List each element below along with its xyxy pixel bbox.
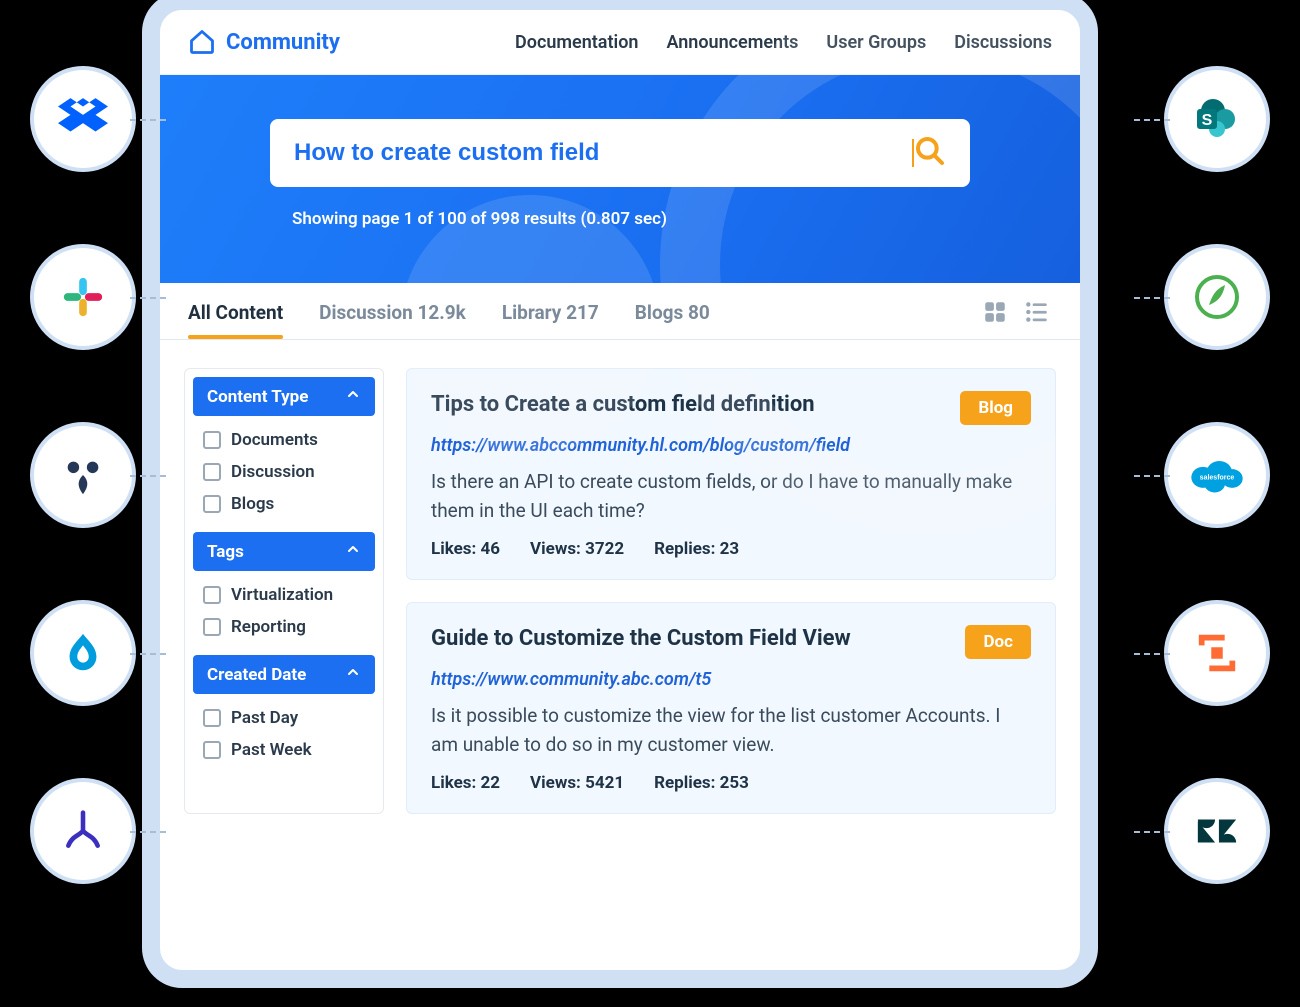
replies-stat: Replies: 253: [654, 773, 749, 793]
chevron-up-icon: [345, 664, 361, 685]
checkbox-discussion[interactable]: Discussion: [199, 456, 369, 488]
svg-text:S: S: [1202, 112, 1213, 129]
zendesk-icon: [1194, 808, 1240, 854]
drupal-icon: [60, 630, 106, 676]
slack-icon: [60, 274, 106, 320]
filter-created-date-items: Past Day Past Week: [193, 694, 375, 778]
checkbox-virtualization[interactable]: Virtualization: [199, 579, 369, 611]
chevron-up-icon: [345, 541, 361, 562]
search-hero: Showing page 1 of 100 of 998 results (0.…: [160, 75, 1080, 283]
integration-zendesk: [1168, 782, 1266, 880]
filter-content-type-header[interactable]: Content Type: [193, 377, 375, 416]
list-icon: [1022, 299, 1052, 325]
chevron-up-icon: [345, 386, 361, 407]
filter-title: Created Date: [207, 665, 306, 685]
community-app-frame: Community Documentation Announcements Us…: [160, 10, 1080, 970]
checkbox-reporting[interactable]: Reporting: [199, 611, 369, 643]
tab-all-content[interactable]: All Content: [188, 301, 283, 338]
grid-view-button[interactable]: [982, 299, 1008, 329]
brand-name: Community: [226, 30, 340, 55]
integration-piedpiper: [1168, 248, 1266, 346]
filter-title: Tags: [207, 542, 244, 562]
integration-drupal: [34, 604, 132, 702]
filter-tags-header[interactable]: Tags: [193, 532, 375, 571]
result-stats: Likes: 22 Views: 5421 Replies: 253: [431, 773, 1031, 793]
result-stats: Likes: 46 Views: 3722 Replies: 23: [431, 539, 1031, 559]
integration-jira: [34, 426, 132, 524]
svg-text:salesforce: salesforce: [1200, 475, 1235, 482]
views-stat: Views: 5421: [530, 773, 624, 793]
replies-stat: Replies: 23: [654, 539, 739, 559]
connector-line: [1134, 119, 1170, 121]
search-bar: [270, 119, 970, 187]
views-stat: Views: 3722: [530, 539, 624, 559]
salesforce-icon: salesforce: [1189, 455, 1245, 495]
square-h-icon: [1194, 630, 1240, 676]
result-snippet: Is it possible to customize the view for…: [431, 702, 1031, 759]
brand-logo[interactable]: Community: [188, 28, 340, 56]
connector-line: [1134, 475, 1170, 477]
connector-line: [1134, 297, 1170, 299]
view-toggle-group: [982, 299, 1052, 339]
filter-content-type-items: Documents Discussion Blogs: [193, 416, 375, 532]
search-button[interactable]: [914, 135, 946, 171]
integration-salesforce: salesforce: [1168, 426, 1266, 524]
checkbox-past-week[interactable]: Past Week: [199, 734, 369, 766]
connector-line: [1134, 653, 1170, 655]
content-tabs: All Content Discussion 12.9k Library 217…: [160, 283, 1080, 340]
feather-icon: [1193, 273, 1241, 321]
tab-discussion[interactable]: Discussion 12.9k: [319, 301, 466, 338]
result-url-link[interactable]: https://www.community.abc.com/t5: [431, 669, 1031, 690]
integration-dropbox: [34, 70, 132, 168]
connector-line: [130, 297, 166, 299]
filter-title: Content Type: [207, 387, 308, 407]
checkbox-blogs[interactable]: Blogs: [199, 488, 369, 520]
result-type-badge: Doc: [965, 625, 1031, 659]
integration-branch: [34, 782, 132, 880]
filter-sidebar: Content Type Documents Discussion Blogs …: [184, 368, 384, 814]
filter-tags-items: Virtualization Reporting: [193, 571, 375, 655]
tab-blogs[interactable]: Blogs 80: [635, 301, 710, 338]
checkbox-past-day[interactable]: Past Day: [199, 702, 369, 734]
nav-documentation[interactable]: Documentation: [515, 32, 638, 53]
search-icon: [914, 135, 946, 167]
home-icon: [188, 28, 216, 56]
connector-line: [130, 653, 166, 655]
dropbox-icon: [58, 94, 108, 144]
connector-line: [130, 831, 166, 833]
connector-line: [130, 119, 166, 121]
integration-square: [1168, 604, 1266, 702]
integration-sharepoint: S: [1168, 70, 1266, 168]
result-card[interactable]: Guide to Customize the Custom Field View…: [406, 602, 1056, 814]
search-input[interactable]: [294, 139, 908, 167]
checkbox-documents[interactable]: Documents: [199, 424, 369, 456]
connector-line: [130, 475, 166, 477]
filter-created-date-header[interactable]: Created Date: [193, 655, 375, 694]
jira-icon: [60, 452, 106, 498]
connector-line: [1134, 831, 1170, 833]
sharepoint-icon: S: [1193, 95, 1241, 143]
likes-stat: Likes: 22: [431, 773, 500, 793]
tab-library[interactable]: Library 217: [502, 301, 599, 338]
branch-icon: [61, 809, 105, 853]
list-view-button[interactable]: [1022, 299, 1052, 329]
likes-stat: Likes: 46: [431, 539, 500, 559]
integration-slack: [34, 248, 132, 346]
grid-icon: [982, 299, 1008, 325]
result-title: Guide to Customize the Custom Field View: [431, 625, 951, 654]
results-summary-text: Showing page 1 of 100 of 998 results (0.…: [270, 209, 970, 229]
